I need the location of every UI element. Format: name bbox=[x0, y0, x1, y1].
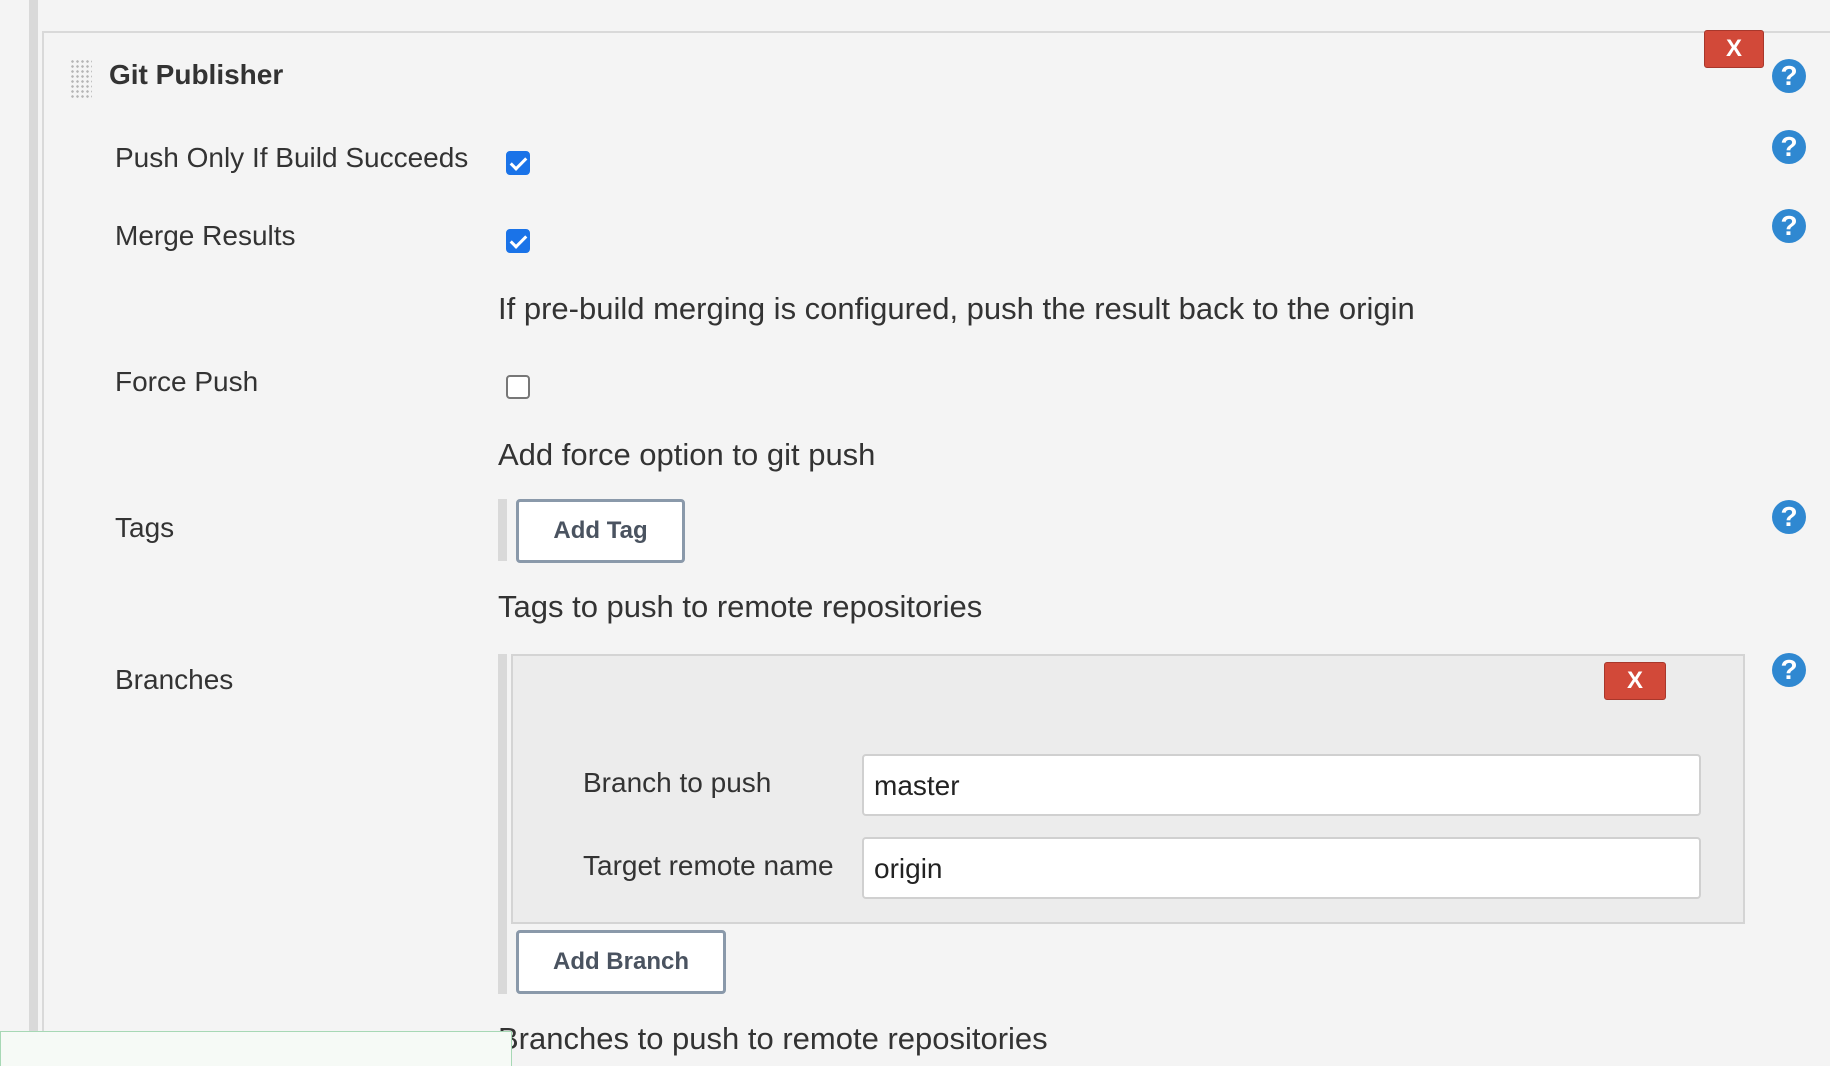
drag-handle-icon[interactable] bbox=[70, 59, 92, 99]
footer-overlay bbox=[0, 1031, 512, 1066]
merge-results-checkbox[interactable] bbox=[506, 229, 530, 253]
merge-results-label: Merge Results bbox=[115, 220, 296, 251]
push-only-if-build-succeeds-label: Push Only If Build Succeeds bbox=[115, 142, 469, 173]
publisher-title: Git Publisher bbox=[109, 59, 284, 90]
delete-publisher-button[interactable]: X bbox=[1704, 30, 1764, 68]
push-only-if-build-succeeds-checkbox[interactable] bbox=[506, 151, 530, 175]
branch-to-push-input[interactable]: master bbox=[862, 754, 1701, 816]
tags-label: Tags bbox=[115, 512, 175, 543]
force-push-label: Force Push bbox=[115, 366, 259, 397]
branches-label: Branches bbox=[115, 664, 234, 695]
tags-repeat-bar bbox=[498, 499, 507, 561]
help-icon[interactable]: ? bbox=[1772, 209, 1806, 243]
branches-repeat-bar bbox=[498, 654, 507, 994]
target-remote-name-input[interactable]: origin bbox=[862, 837, 1701, 899]
section-left-bar bbox=[29, 0, 38, 1066]
add-branch-button[interactable]: Add Branch bbox=[516, 930, 726, 994]
git-publisher-config-page: Git Publisher X ? ? ? ? ? Push Only If B… bbox=[0, 0, 1830, 1066]
help-icon[interactable]: ? bbox=[1772, 500, 1806, 534]
branches-description: Branches to push to remote repositories bbox=[498, 1021, 1048, 1056]
force-push-description: Add force option to git push bbox=[498, 437, 876, 472]
target-remote-name-label: Target remote name bbox=[583, 850, 834, 881]
help-icon[interactable]: ? bbox=[1772, 653, 1806, 687]
tags-description: Tags to push to remote repositories bbox=[498, 589, 983, 624]
merge-results-description: If pre-build merging is configured, push… bbox=[498, 291, 1415, 326]
force-push-checkbox[interactable] bbox=[506, 375, 530, 399]
branch-to-push-label: Branch to push bbox=[583, 767, 772, 798]
help-icon[interactable]: ? bbox=[1772, 130, 1806, 164]
help-icon[interactable]: ? bbox=[1772, 59, 1806, 93]
delete-branch-button[interactable]: X bbox=[1604, 662, 1666, 700]
add-tag-button[interactable]: Add Tag bbox=[516, 499, 685, 563]
